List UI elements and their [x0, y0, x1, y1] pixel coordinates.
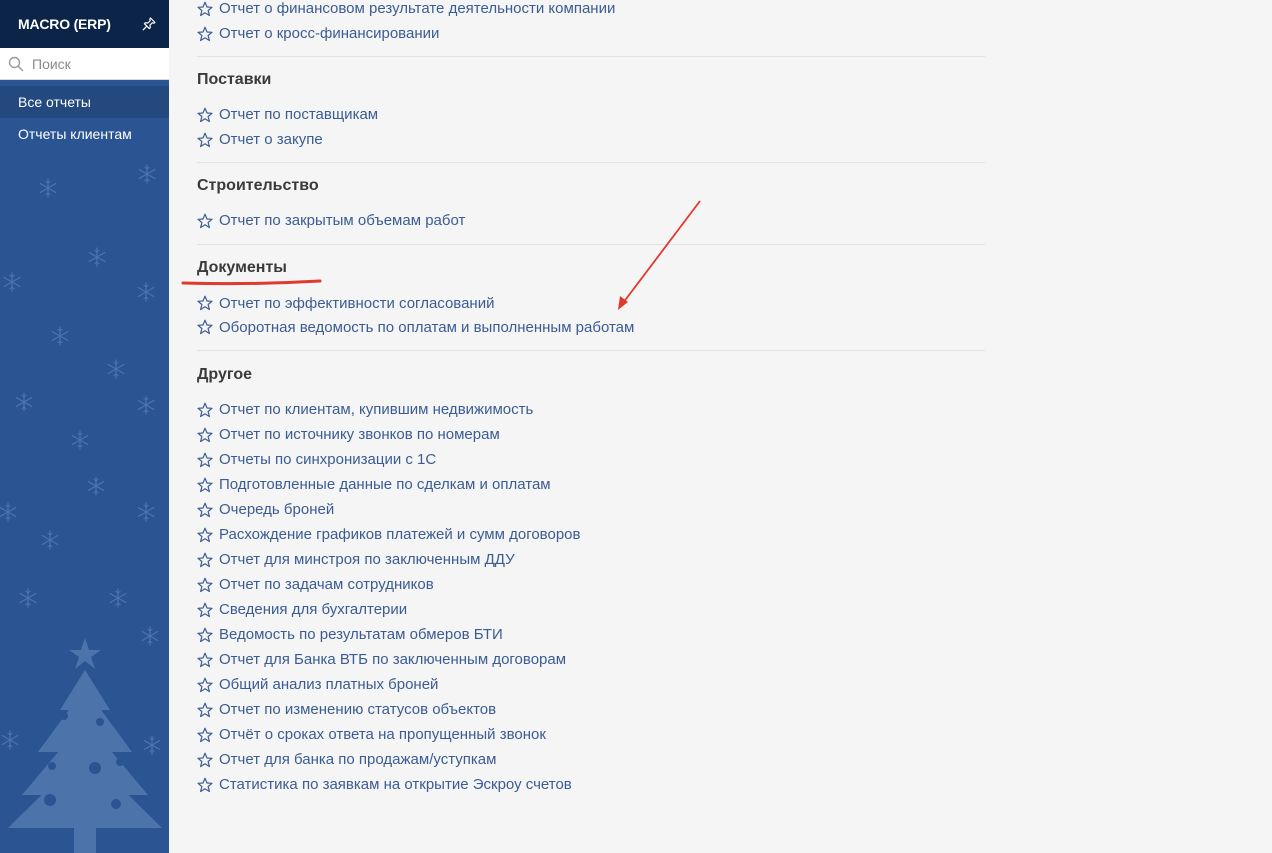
report-link[interactable]: Отчет по эффективности согласований	[197, 291, 985, 315]
report-label: Отчет по эффективности согласований	[219, 294, 495, 312]
star-outline-icon[interactable]	[197, 402, 213, 418]
sidebar-item-client-reports[interactable]: Отчеты клиентам	[0, 118, 169, 150]
report-label: Отчет по клиентам, купившим недвижимость	[219, 401, 534, 418]
report-link[interactable]: Отчеты по синхронизации с 1С	[197, 447, 985, 472]
section-title: Поставки	[197, 71, 272, 88]
report-link[interactable]: Оборотная ведомость по оплатам и выполне…	[197, 315, 985, 339]
pin-icon[interactable]	[141, 16, 157, 32]
app-title: MACRO (ERP)	[18, 16, 111, 32]
report-link[interactable]: Отчет о финансовом результате деятельнос…	[197, 0, 985, 21]
report-link[interactable]: Очередь броней	[197, 497, 985, 522]
report-label: Отчет по закрытым объемам работ	[219, 212, 466, 229]
report-label: Статистика по заявкам на открытие Эскроу…	[219, 776, 572, 793]
report-link[interactable]: Расхождение графиков платежей и сумм дог…	[197, 522, 985, 547]
report-label: Отчет для Банка ВТБ по заключенным догов…	[219, 651, 567, 668]
report-label: Подготовленные данные по сделкам и оплат…	[219, 476, 551, 493]
report-label: Отчет по задачам сотрудников	[219, 576, 434, 593]
report-link[interactable]: Отчет для банка по продажам/уступкам	[197, 747, 985, 772]
sidebar-item-label: Все отчеты	[18, 94, 91, 110]
report-label: Отчет для минстроя по заключенным ДДУ	[219, 551, 515, 568]
star-outline-icon[interactable]	[197, 627, 213, 643]
star-outline-icon[interactable]	[197, 1, 213, 17]
search-box	[0, 48, 169, 80]
report-link[interactable]: Ведомость по результатам обмеров БТИ	[197, 622, 985, 647]
report-label: Оборотная ведомость по оплатам и выполне…	[219, 318, 635, 336]
report-link[interactable]: Общий анализ платных броней	[197, 672, 985, 697]
star-outline-icon[interactable]	[197, 577, 213, 593]
report-link[interactable]: Статистика по заявкам на открытие Эскроу…	[197, 772, 985, 797]
star-outline-icon[interactable]	[197, 752, 213, 768]
star-outline-icon[interactable]	[197, 132, 213, 148]
section-other: Другое Отчет по клиентам, купившим недви…	[197, 351, 985, 797]
report-label: Отчет о кросс-финансировании	[219, 25, 440, 42]
report-link[interactable]: Отчет для минстроя по заключенным ДДУ	[197, 547, 985, 572]
sidebar-header: MACRO (ERP)	[0, 0, 169, 48]
star-outline-icon[interactable]	[197, 727, 213, 743]
report-link[interactable]: Подготовленные данные по сделкам и оплат…	[197, 472, 985, 497]
report-label: Сведения для бухгалтерии	[219, 601, 408, 618]
report-link[interactable]: Отчёт о сроках ответа на пропущенный зво…	[197, 722, 985, 747]
report-link[interactable]: Отчет о закупе	[197, 127, 985, 152]
star-outline-icon[interactable]	[197, 319, 213, 335]
star-outline-icon[interactable]	[197, 452, 213, 468]
star-outline-icon[interactable]	[197, 213, 213, 229]
section-finance: Отчет о финансовом результате деятельнос…	[197, 0, 985, 57]
snowflake-christmas-tree-decoration	[0, 164, 162, 853]
report-label: Очередь броней	[219, 501, 335, 518]
search-icon	[8, 56, 24, 71]
star-outline-icon[interactable]	[197, 527, 213, 543]
report-label: Отчет по поставщикам	[219, 106, 379, 123]
star-outline-icon[interactable]	[197, 677, 213, 693]
section-title: Документы	[197, 259, 287, 276]
report-link[interactable]: Отчет по источнику звонков по номерам	[197, 422, 985, 447]
report-label: Отчет по изменению статусов объектов	[219, 701, 497, 718]
report-label: Отчеты по синхронизации с 1С	[219, 451, 437, 468]
report-link[interactable]: Сведения для бухгалтерии	[197, 597, 985, 622]
report-label: Общий анализ платных броней	[219, 676, 439, 693]
star-outline-icon[interactable]	[197, 702, 213, 718]
report-link[interactable]: Отчет по изменению статусов объектов	[197, 697, 985, 722]
other-reports-list: Отчет по клиентам, купившим недвижимость…	[197, 397, 985, 797]
star-outline-icon[interactable]	[197, 502, 213, 518]
reports-list: Отчет о финансовом результате деятельнос…	[197, 0, 985, 797]
star-outline-icon[interactable]	[197, 427, 213, 443]
report-link[interactable]: Отчет о кросс-финансировании	[197, 21, 985, 46]
star-outline-icon[interactable]	[197, 777, 213, 793]
sidebar: MACRO (ERP) Все отчеты Отчеты клиентам	[0, 0, 169, 853]
sidebar-nav: Все отчеты Отчеты клиентам	[0, 86, 169, 150]
star-outline-icon[interactable]	[197, 552, 213, 568]
star-outline-icon[interactable]	[197, 26, 213, 42]
report-link[interactable]: Отчет по закрытым объемам работ	[197, 208, 985, 233]
report-link[interactable]: Отчет по клиентам, купившим недвижимость	[197, 397, 985, 422]
star-outline-icon[interactable]	[197, 652, 213, 668]
search-input[interactable]	[32, 55, 152, 72]
report-label: Отчет для банка по продажам/уступкам	[219, 751, 497, 768]
report-label: Отчёт о сроках ответа на пропущенный зво…	[219, 726, 546, 743]
report-link[interactable]: Отчет по задачам сотрудников	[197, 572, 985, 597]
section-documents: Документы Отчет по эффективности согласо…	[197, 245, 985, 351]
section-construction: Строительство Отчет по закрытым объемам …	[197, 163, 985, 245]
report-link[interactable]: Отчет по поставщикам	[197, 102, 985, 127]
section-title: Другое	[197, 366, 252, 383]
star-outline-icon[interactable]	[197, 477, 213, 493]
section-supplies: Поставки Отчет по поставщикам Отчет о за…	[197, 57, 985, 163]
section-title: Строительство	[197, 177, 319, 194]
report-label: Отчет по источнику звонков по номерам	[219, 426, 500, 443]
report-label: Отчет о закупе	[219, 131, 323, 148]
report-label: Отчет о финансовом результате деятельнос…	[219, 0, 616, 17]
report-link[interactable]: Отчет для Банка ВТБ по заключенным догов…	[197, 647, 985, 672]
report-label: Ведомость по результатам обмеров БТИ	[219, 626, 503, 643]
sidebar-item-all-reports[interactable]: Все отчеты	[0, 86, 169, 118]
star-outline-icon[interactable]	[197, 602, 213, 618]
star-outline-icon[interactable]	[197, 107, 213, 123]
report-label: Расхождение графиков платежей и сумм дог…	[219, 526, 581, 543]
sidebar-item-label: Отчеты клиентам	[18, 126, 132, 142]
star-outline-icon[interactable]	[197, 295, 213, 311]
